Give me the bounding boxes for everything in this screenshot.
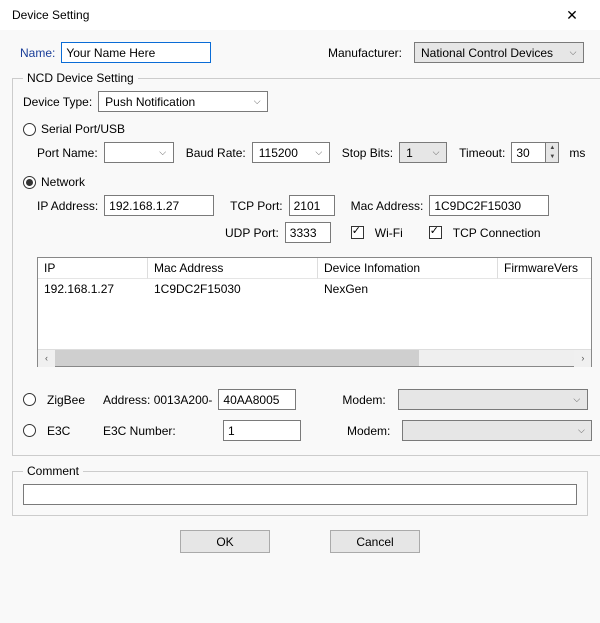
- cell-info: NexGen: [318, 279, 498, 299]
- e3c-number-input[interactable]: [223, 420, 301, 441]
- e3c-modem-label: Modem:: [347, 424, 390, 438]
- network-radio[interactable]: [23, 176, 36, 189]
- title-bar: Device Setting ✕: [0, 0, 600, 30]
- mac-label: Mac Address:: [351, 199, 424, 213]
- tcpconn-checkbox[interactable]: [429, 226, 442, 239]
- tcpconn-label: TCP Connection: [453, 226, 541, 240]
- device-type-label: Device Type:: [23, 95, 92, 109]
- scroll-left-icon[interactable]: ‹: [38, 350, 55, 367]
- ncd-legend: NCD Device Setting: [23, 71, 138, 85]
- serial-label: Serial Port/USB: [41, 122, 125, 136]
- scroll-thumb[interactable]: [55, 350, 419, 366]
- wifi-checkbox[interactable]: [351, 226, 364, 239]
- chevron-down-icon: ⌵: [569, 391, 585, 408]
- name-input[interactable]: [61, 42, 211, 63]
- ok-button[interactable]: OK: [180, 530, 270, 553]
- table-body: 192.168.1.27 1C9DC2F15030 NexGen: [38, 279, 591, 349]
- chevron-down-icon: ⌵: [573, 422, 589, 439]
- chevron-down-icon: ⌵: [428, 144, 444, 161]
- th-mac[interactable]: Mac Address: [148, 258, 318, 279]
- spin-up-icon: ▲: [546, 143, 558, 153]
- chevron-down-icon: ⌵: [155, 144, 171, 161]
- scroll-right-icon[interactable]: ›: [574, 350, 591, 367]
- manufacturer-value: National Control Devices: [421, 46, 553, 60]
- comment-legend: Comment: [23, 464, 83, 478]
- serial-radio[interactable]: [23, 123, 36, 136]
- e3c-radio[interactable]: [23, 424, 36, 437]
- zigbee-modem-label: Modem:: [342, 393, 385, 407]
- udp-label: UDP Port:: [225, 226, 279, 240]
- manufacturer-select[interactable]: National Control Devices ⌵: [414, 42, 584, 63]
- stopbits-label: Stop Bits:: [342, 146, 393, 160]
- cell-fw: [498, 279, 591, 299]
- close-icon[interactable]: ✕: [554, 1, 590, 29]
- baud-select[interactable]: 115200 ⌵: [252, 142, 330, 163]
- table-row[interactable]: 192.168.1.27 1C9DC2F15030 NexGen: [38, 279, 591, 299]
- tcp-input[interactable]: [289, 195, 335, 216]
- e3c-number-label: E3C Number:: [103, 424, 217, 438]
- content-area: Name: Manufacturer: National Control Dev…: [0, 30, 600, 623]
- device-type-value: Push Notification: [105, 95, 195, 109]
- zigbee-address-input[interactable]: [218, 389, 296, 410]
- zigbee-modem-select[interactable]: ⌵: [398, 389, 588, 410]
- ncd-group: NCD Device Setting Device Type: Push Not…: [12, 71, 600, 456]
- th-fw[interactable]: FirmwareVers: [498, 258, 591, 279]
- th-info[interactable]: Device Infomation: [318, 258, 498, 279]
- ip-label: IP Address:: [37, 199, 98, 213]
- cell-mac: 1C9DC2F15030: [148, 279, 318, 299]
- device-type-select[interactable]: Push Notification ⌵: [98, 91, 268, 112]
- udp-input[interactable]: [285, 222, 331, 243]
- port-name-select[interactable]: ⌵: [104, 142, 174, 163]
- timeout-unit: ms: [569, 146, 585, 160]
- timeout-label: Timeout:: [459, 146, 505, 160]
- device-table: IP Mac Address Device Infomation Firmwar…: [37, 257, 592, 367]
- manufacturer-label: Manufacturer:: [328, 46, 402, 60]
- wifi-label: Wi-Fi: [375, 226, 403, 240]
- comment-input[interactable]: [23, 484, 577, 505]
- baud-value: 115200: [259, 146, 298, 160]
- baud-label: Baud Rate:: [186, 146, 246, 160]
- zigbee-address-label: Address: 0013A200-: [103, 393, 212, 407]
- timeout-input[interactable]: [511, 142, 545, 163]
- chevron-down-icon: ⌵: [311, 144, 327, 161]
- timeout-spin-buttons[interactable]: ▲ ▼: [545, 142, 559, 163]
- chevron-down-icon: ⌵: [249, 93, 265, 110]
- timeout-stepper[interactable]: ▲ ▼: [511, 142, 559, 163]
- ip-input[interactable]: [104, 195, 214, 216]
- name-label: Name:: [20, 46, 55, 60]
- e3c-modem-select[interactable]: ⌵: [402, 420, 592, 441]
- h-scrollbar[interactable]: ‹ ›: [38, 349, 591, 366]
- tcp-label: TCP Port:: [230, 199, 282, 213]
- stopbits-value: 1: [406, 146, 413, 160]
- zigbee-label: ZigBee: [47, 393, 97, 407]
- stopbits-select[interactable]: 1 ⌵: [399, 142, 447, 163]
- window-title: Device Setting: [12, 8, 89, 22]
- th-ip[interactable]: IP: [38, 258, 148, 279]
- zigbee-radio[interactable]: [23, 393, 36, 406]
- e3c-label: E3C: [47, 424, 97, 438]
- port-name-label: Port Name:: [37, 146, 98, 160]
- cancel-button[interactable]: Cancel: [330, 530, 420, 553]
- table-header: IP Mac Address Device Infomation Firmwar…: [38, 258, 591, 279]
- spin-down-icon: ▼: [546, 153, 558, 163]
- scroll-track[interactable]: [55, 350, 574, 366]
- cell-ip: 192.168.1.27: [38, 279, 148, 299]
- comment-group: Comment: [12, 464, 588, 516]
- chevron-down-icon: ⌵: [565, 44, 581, 61]
- network-label: Network: [41, 175, 85, 189]
- mac-input[interactable]: [429, 195, 549, 216]
